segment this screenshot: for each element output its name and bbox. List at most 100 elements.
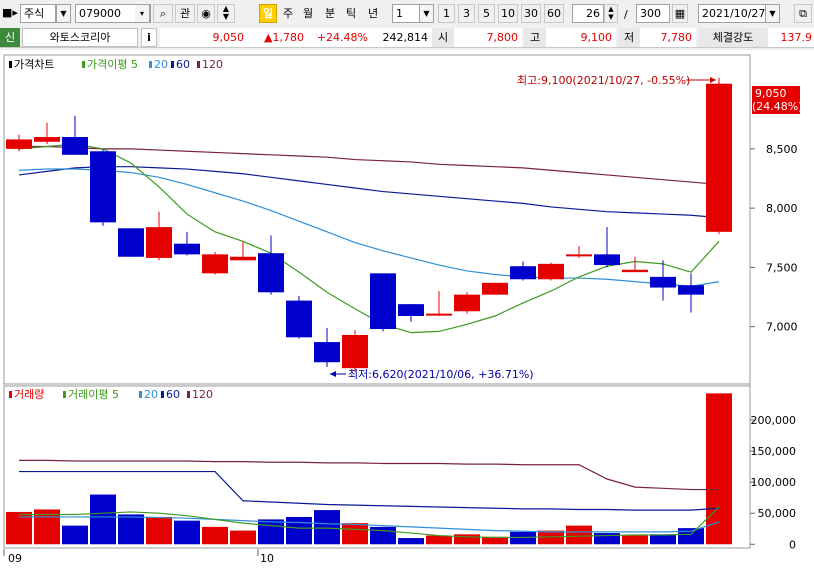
search-icon[interactable]: ⌕	[153, 4, 173, 23]
stock-name: 와토스코리아	[22, 28, 138, 47]
interest-button[interactable]: 관	[175, 4, 195, 23]
candle-body	[426, 313, 452, 316]
volume-bar	[370, 526, 396, 545]
period-year-button[interactable]: 년	[364, 4, 382, 23]
candle-body	[622, 269, 648, 273]
candle-body	[230, 256, 256, 261]
date-input[interactable]: 2021/10/27	[698, 4, 766, 23]
volume-bar	[678, 528, 704, 545]
price-tick-label: 8,500	[766, 143, 798, 156]
candle-body	[6, 139, 32, 149]
count-spinner-icon[interactable]: ▲ ▼	[604, 4, 618, 23]
interval-dropdown-arrow[interactable]: ▼	[419, 4, 434, 23]
date-dropdown-arrow[interactable]: ▼	[765, 4, 780, 23]
interval-preset-30[interactable]: 30	[521, 4, 541, 23]
x-tick-09: 09	[8, 552, 22, 565]
volume-bar	[342, 523, 368, 545]
price-legend-ma60: 60	[176, 58, 190, 71]
period-minute-button[interactable]: 분	[321, 4, 339, 23]
current-price: 9,050	[160, 28, 248, 47]
volume-tick-label: 0	[789, 538, 796, 551]
period-tick-button[interactable]: 틱	[342, 4, 360, 23]
count-separator: /	[624, 8, 628, 21]
interval-preset-3[interactable]: 3	[458, 4, 475, 23]
volume-bar	[174, 520, 200, 545]
favorite-icon[interactable]: ◉	[197, 4, 215, 23]
credit-badge: 신	[0, 28, 20, 47]
export-icon[interactable]: ⧉	[794, 4, 812, 23]
high-label: 고	[524, 28, 546, 47]
price-legend-ma120: 120	[202, 58, 223, 71]
volume-axis: 200,000 150,000 100,000 50,000 0	[750, 414, 796, 551]
price-legend-ma5: 가격이평 5	[87, 58, 138, 71]
candle-body	[398, 304, 424, 316]
visible-count-input[interactable]: 26	[572, 4, 604, 23]
candle-body	[342, 334, 368, 369]
price-axis: 8,500 8,000 7,500 7,000	[750, 143, 798, 334]
volume-bar	[90, 494, 116, 545]
code-dropdown-arrow[interactable]: ▾	[135, 4, 150, 23]
grid-icon[interactable]: ▦	[672, 4, 688, 23]
volume-bar	[258, 519, 284, 545]
candle-body	[370, 273, 396, 330]
interval-preset-10[interactable]: 10	[498, 4, 518, 23]
candle-body	[650, 276, 676, 288]
change-rate: +24.48%	[308, 28, 372, 47]
chart-svg: 가격차트 가격이평 5 20 60 120 거래량 거래이평 5 20 60 1…	[3, 54, 803, 565]
volume-bar	[650, 534, 676, 545]
candle-body	[90, 151, 116, 223]
volume-bar	[314, 510, 340, 545]
volume-bar	[426, 535, 452, 545]
window-toggle-icon[interactable]: ■▸	[2, 4, 18, 23]
market-dropdown-arrow[interactable]: ▼	[56, 4, 71, 23]
stock-info-button[interactable]: i	[141, 28, 157, 47]
period-day-button[interactable]: 일	[259, 4, 277, 23]
trade-volume: 242,814	[372, 28, 432, 47]
volume-bar	[230, 530, 256, 545]
total-count-input[interactable]: 300	[636, 4, 670, 23]
period-week-button[interactable]: 주	[279, 4, 297, 23]
high-annotation: 최고:9,100(2021/10/27, -0.55%)	[517, 74, 690, 87]
candle-body	[482, 282, 508, 295]
volume-tick-label: 150,000	[751, 445, 797, 458]
candle-body	[34, 137, 60, 142]
interval-preset-5[interactable]: 5	[478, 4, 495, 23]
strength-label: 체결강도	[698, 28, 768, 47]
interval-input[interactable]: 1	[392, 4, 420, 23]
last-price-tag-rate: (24.48%)	[752, 100, 803, 113]
stock-chart-window: ■▸ 주식 ▼ 079000 ▾ ⌕ 관 ◉ ▲ ▼ 일 주 월 분 틱 년 1 …	[0, 0, 814, 569]
volume-bar	[118, 514, 144, 545]
candle-body	[258, 253, 284, 293]
strength-value: 137.9	[768, 28, 814, 47]
volume-legend-ma120: 120	[192, 388, 213, 401]
volume-tick-label: 100,000	[751, 476, 797, 489]
period-month-button[interactable]: 월	[299, 4, 317, 23]
volume-bar	[146, 516, 172, 545]
price-legend-title: 가격차트	[14, 58, 54, 71]
volume-bar	[622, 535, 648, 545]
low-annotation: 최저:6,620(2021/10/06, +36.71%)	[348, 368, 534, 381]
volume-bar	[706, 393, 732, 545]
candle-body	[510, 266, 536, 280]
updown-spinner-icon[interactable]: ▲ ▼	[217, 4, 235, 23]
candle-body	[174, 243, 200, 255]
volume-tick-label: 200,000	[751, 414, 797, 427]
market-select[interactable]: 주식	[20, 4, 56, 23]
low-label: 저	[618, 28, 640, 47]
open-label: 시	[432, 28, 454, 47]
candle-body	[594, 254, 620, 266]
candle-body	[538, 263, 564, 280]
open-price: 7,800	[454, 28, 522, 47]
interval-preset-60[interactable]: 60	[544, 4, 564, 23]
quote-info-row: 신 와토스코리아 i 9,050 ▲1,780 +24.48% 242,814 …	[0, 27, 814, 48]
volume-bar	[398, 538, 424, 545]
candle-body	[454, 294, 480, 312]
price-tick-label: 7,000	[766, 321, 798, 334]
interval-preset-1[interactable]: 1	[438, 4, 455, 23]
volume-legend-ma60: 60	[166, 388, 180, 401]
last-price-tag-value: 9,050	[755, 87, 787, 100]
candle-body	[286, 300, 312, 338]
candle-body	[146, 227, 172, 258]
x-tick-10: 10	[260, 552, 274, 565]
volume-tick-label: 50,000	[758, 507, 797, 520]
